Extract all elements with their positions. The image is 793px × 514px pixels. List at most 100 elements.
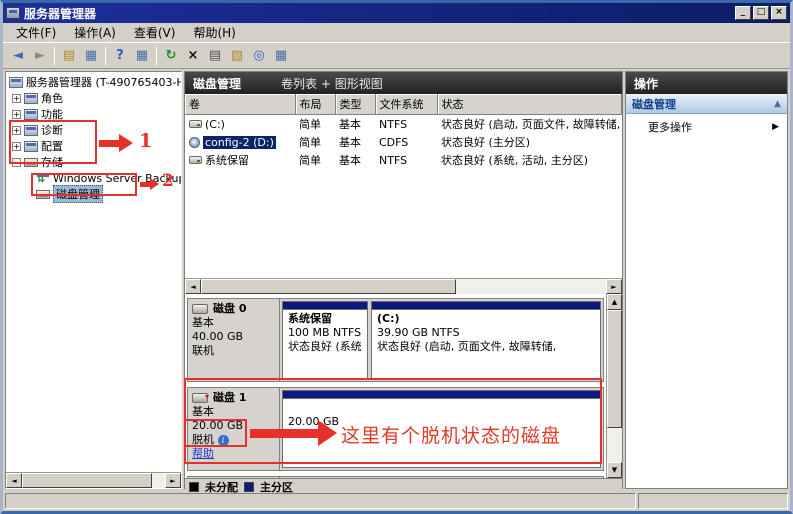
expand-icon[interactable]: +: [12, 126, 21, 135]
main-content: 服务器管理器 (T-490765403-HD + 角色 + 功能 + 诊断: [3, 69, 790, 491]
unallocated-swatch: [189, 482, 199, 492]
forward-icon[interactable]: ►: [29, 46, 51, 66]
tree-item-configuration[interactable]: + 配置: [6, 138, 181, 154]
export-list-icon[interactable]: ▤: [58, 46, 80, 66]
disk-management-icon: [36, 190, 50, 199]
col-volume[interactable]: 卷: [185, 94, 295, 115]
scroll-right-icon[interactable]: ►: [606, 279, 622, 294]
disk-icon: [192, 304, 208, 314]
scroll-left-icon[interactable]: ◄: [185, 279, 201, 294]
disk-1-region[interactable]: 20.00 GB: [282, 390, 601, 468]
scroll-down-icon[interactable]: ▼: [607, 462, 622, 478]
actions-header: 操作: [626, 72, 787, 94]
info-icon[interactable]: i: [218, 435, 229, 446]
scrollbar-thumb[interactable]: [201, 279, 456, 294]
status-bar: [3, 491, 790, 511]
tree-item-diagnostics[interactable]: + 诊断: [6, 122, 181, 138]
partition-strip: [283, 391, 600, 398]
primary-partition-strip: [283, 302, 367, 309]
title-bar[interactable]: 服务器管理器 _ □ ×: [3, 3, 790, 23]
back-icon[interactable]: ◄: [7, 46, 29, 66]
server-manager-window: 服务器管理器 _ □ × 文件(F) 操作(A) 查看(V) 帮助(H) ◄ ►…: [0, 0, 793, 514]
col-type[interactable]: 类型: [335, 94, 375, 115]
collapse-icon[interactable]: −: [12, 158, 21, 167]
disk-1-row[interactable]: 磁盘 1 基本 20.00 GB 脱机 i 帮助 20.00: [187, 387, 604, 471]
volume-row-c[interactable]: (C:) 简单 基本 NTFS 状态良好 (启动, 页面文件, 故障转储, 主: [185, 115, 622, 134]
menu-help[interactable]: 帮助(H): [184, 22, 244, 43]
help-topics-icon[interactable]: ▦: [270, 46, 292, 66]
volume-horizontal-scrollbar[interactable]: ◄ ►: [185, 278, 622, 294]
volume-row-system-reserved[interactable]: 系统保留 简单 基本 NTFS 状态良好 (系统, 活动, 主分区): [185, 151, 622, 169]
actions-section-disk-management[interactable]: 磁盘管理 ▲: [626, 94, 787, 114]
tree-item-disk-management[interactable]: 磁盘管理: [6, 186, 181, 202]
toolbar-separator: [105, 47, 106, 65]
tree-item-windows-server-backup[interactable]: ⇅ Windows Server Backup: [6, 170, 181, 186]
graph-vertical-scrollbar[interactable]: ▲ ▼: [606, 294, 622, 478]
expand-icon[interactable]: +: [12, 142, 21, 151]
expand-icon[interactable]: +: [12, 94, 21, 103]
more-actions-item[interactable]: 更多操作 ▶: [626, 114, 787, 140]
delete-icon[interactable]: ×: [182, 46, 204, 66]
configuration-icon: [24, 141, 38, 152]
expand-icon[interactable]: +: [12, 110, 21, 119]
panel-header: 磁盘管理 卷列表 + 图形视图: [185, 72, 622, 94]
panel-title: 磁盘管理: [193, 75, 241, 92]
find-icon[interactable]: ◎: [248, 46, 270, 66]
col-layout[interactable]: 布局: [295, 94, 335, 115]
scroll-right-icon[interactable]: ►: [165, 473, 181, 488]
panel-subtitle: 卷列表 + 图形视图: [281, 75, 383, 92]
minimize-button[interactable]: _: [735, 6, 751, 20]
console-tree-icon[interactable]: ▦: [80, 46, 102, 66]
tree-item-storage[interactable]: − 存储: [6, 154, 181, 170]
roles-icon: [24, 93, 38, 104]
backup-icon: ⇅: [36, 173, 50, 184]
menu-action[interactable]: 操作(A): [65, 22, 125, 43]
console-tree-panel: 服务器管理器 (T-490765403-HD + 角色 + 功能 + 诊断: [5, 71, 182, 489]
open-icon[interactable]: ▧: [226, 46, 248, 66]
help-link[interactable]: 帮助: [192, 447, 214, 460]
volume-row-config2[interactable]: config-2 (D:) 简单 基本 CDFS 状态良好 (主分区): [185, 133, 622, 151]
scroll-left-icon[interactable]: ◄: [6, 473, 22, 488]
scrollbar-thumb[interactable]: [22, 473, 152, 488]
graphical-view: 磁盘 0 基本 40.00 GB 联机 系统保留 100 MB NTFS: [185, 294, 622, 478]
scroll-up-icon[interactable]: ▲: [607, 294, 622, 310]
partition-c[interactable]: (C:) 39.90 GB NTFS 状态良好 (启动, 页面文件, 故障转储,: [371, 301, 601, 379]
server-icon: [9, 77, 23, 88]
toolbar-separator: [54, 47, 55, 65]
tree-item-roles[interactable]: + 角色: [6, 90, 181, 106]
selected-tree-label: 磁盘管理: [53, 185, 103, 203]
tree-item-features[interactable]: + 功能: [6, 106, 181, 122]
app-icon: [6, 7, 20, 19]
menu-view[interactable]: 查看(V): [125, 22, 185, 43]
diagnostics-icon: [24, 125, 38, 136]
toolbar-separator: [156, 47, 157, 65]
tree-horizontal-scrollbar[interactable]: ◄ ►: [6, 472, 181, 488]
toolbar: ◄ ► ▤ ▦ ? ▦ ↻ × ▤ ▧ ◎ ▦: [3, 43, 790, 69]
volume-list: 卷 布局 类型 文件系统 状态 (C:) 简单 基本 NTFS 状态良好 (启动…: [185, 94, 622, 294]
properties-icon[interactable]: ▤: [204, 46, 226, 66]
col-filesystem[interactable]: 文件系统: [375, 94, 437, 115]
volume-icon: [189, 156, 202, 164]
menu-bar: 文件(F) 操作(A) 查看(V) 帮助(H): [3, 23, 790, 43]
partition-system-reserved[interactable]: 系统保留 100 MB NTFS 状态良好 (系统: [282, 301, 368, 379]
help-icon[interactable]: ?: [109, 46, 131, 66]
refresh-icon[interactable]: ↻: [160, 46, 182, 66]
show-hide-icon[interactable]: ▦: [131, 46, 153, 66]
col-status[interactable]: 状态: [437, 94, 622, 115]
offline-disk-icon: [192, 393, 208, 403]
volume-icon: [189, 120, 202, 128]
scrollbar-thumb[interactable]: [607, 310, 622, 428]
collapse-section-icon[interactable]: ▲: [774, 99, 781, 109]
close-button[interactable]: ×: [771, 6, 787, 20]
tree-root-server-manager[interactable]: 服务器管理器 (T-490765403-HD: [6, 74, 181, 90]
disk-1-label[interactable]: 磁盘 1 基本 20.00 GB 脱机 i 帮助: [188, 388, 280, 470]
maximize-button[interactable]: □: [753, 6, 769, 20]
disk-0-label[interactable]: 磁盘 0 基本 40.00 GB 联机: [188, 299, 280, 381]
menu-file[interactable]: 文件(F): [7, 22, 65, 43]
cd-volume-icon: [189, 137, 200, 148]
disk-0-row[interactable]: 磁盘 0 基本 40.00 GB 联机 系统保留 100 MB NTFS: [187, 298, 604, 382]
selected-volume-label: config-2 (D:): [203, 136, 276, 149]
primary-partition-strip: [372, 302, 600, 309]
storage-icon: [24, 158, 38, 167]
actions-panel: 操作 磁盘管理 ▲ 更多操作 ▶: [625, 71, 788, 489]
